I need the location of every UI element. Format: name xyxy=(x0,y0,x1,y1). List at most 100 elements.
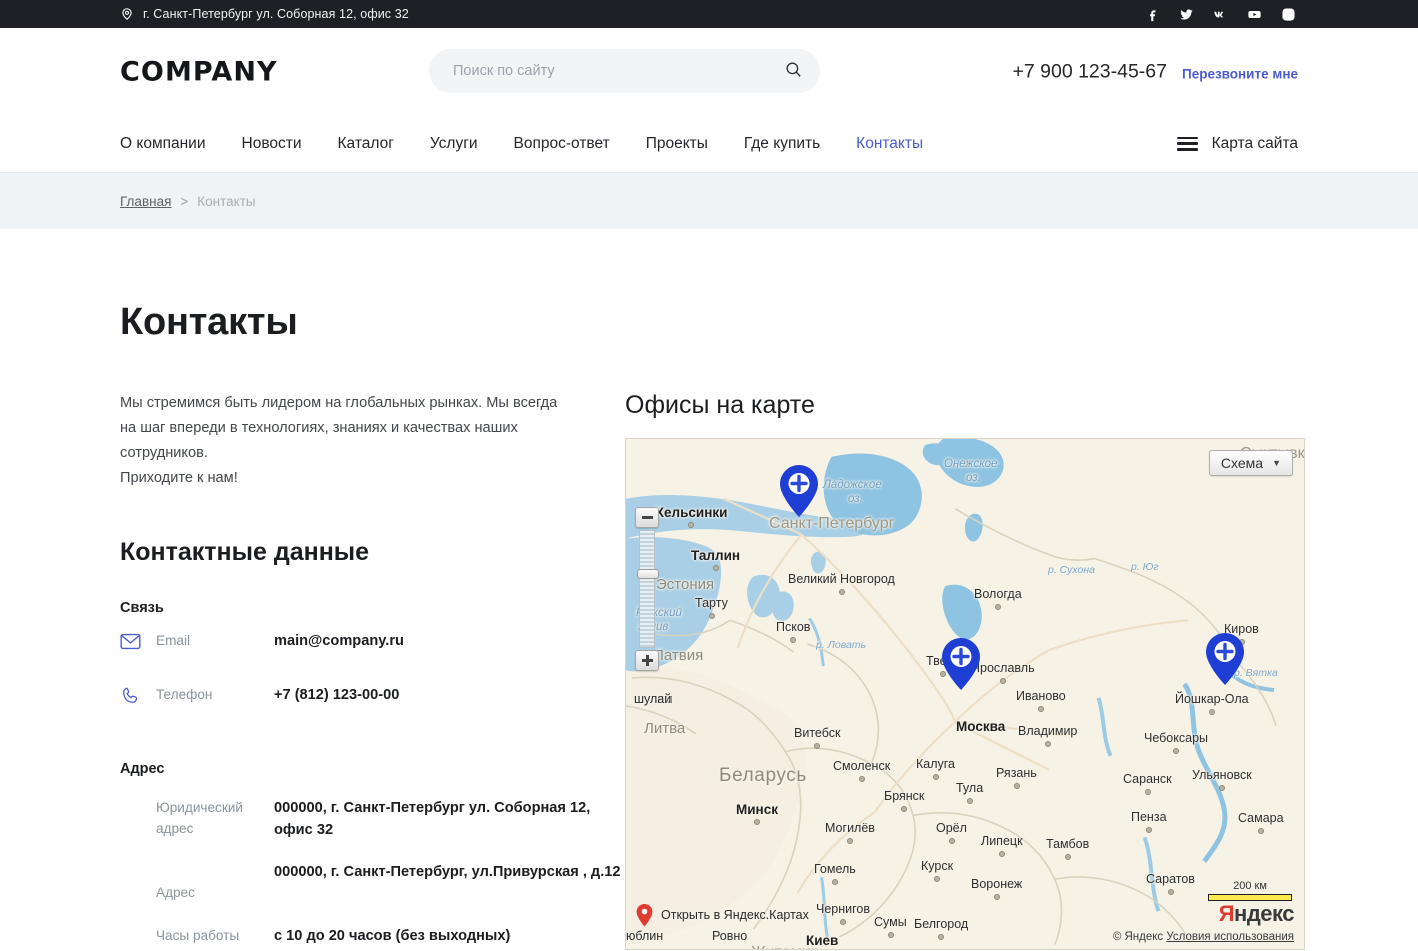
map-city-dot xyxy=(814,743,820,749)
yandex-map[interactable]: ХельсинкиТаллинЭстонияТартуПсковЛатвияЛи… xyxy=(625,438,1305,950)
search-input[interactable] xyxy=(429,63,766,79)
legal-address-row: Юридический адрес 000000, г. Санкт-Петер… xyxy=(120,797,625,841)
email-value[interactable]: main@company.ru xyxy=(274,630,625,652)
zoom-slider[interactable] xyxy=(639,530,655,648)
map-city-dot xyxy=(888,932,894,938)
spacer-icon xyxy=(120,925,156,927)
map-city-dot xyxy=(1168,889,1174,895)
map-type-label: Схема xyxy=(1221,455,1263,471)
open-in-yandex-maps-link[interactable]: Открыть в Яндекс.Картах xyxy=(636,904,809,926)
map-label: Чернигов xyxy=(816,902,870,916)
map-label: Витебск xyxy=(794,726,840,740)
facebook-icon[interactable] xyxy=(1145,7,1160,22)
communication-rows: Email main@company.ru Телефон +7 (812) 1… xyxy=(120,630,625,728)
map-label: Йошкар-Ола xyxy=(1175,692,1249,706)
map-label: Беларусь xyxy=(719,765,807,787)
open-in-yandex-maps-label: Открыть в Яндекс.Картах xyxy=(661,908,809,922)
map-label: Владимир xyxy=(1018,724,1077,738)
map-marker-icon xyxy=(636,904,653,926)
map-city-dot xyxy=(1173,748,1179,754)
nav-item-catalog[interactable]: Каталог xyxy=(338,135,394,153)
map-city-dot xyxy=(859,776,865,782)
callback-link[interactable]: Перезвоните мне xyxy=(1182,67,1298,82)
youtube-icon[interactable] xyxy=(1247,7,1262,22)
map-label: Саратов xyxy=(1146,872,1195,886)
map-copyright: © Яндекс Условия использования xyxy=(1113,931,1294,943)
map-label: Смоленск xyxy=(833,759,890,773)
map-label: Саранск xyxy=(1123,772,1172,786)
map-city-dot xyxy=(995,604,1001,610)
site-logo[interactable]: COMPANY xyxy=(120,57,278,88)
nav-item-faq[interactable]: Вопрос-ответ xyxy=(514,135,610,153)
office-pin-moscow[interactable] xyxy=(940,637,982,691)
map-city-dot xyxy=(688,522,694,528)
map-label: Калуга xyxy=(916,757,955,771)
map-city-dot xyxy=(790,637,796,643)
nav-item-contacts[interactable]: Контакты xyxy=(856,135,923,153)
zoom-slider-handle[interactable] xyxy=(637,569,659,579)
breadcrumb: Главная > Контакты xyxy=(120,194,256,209)
nav-item-about[interactable]: О компании xyxy=(120,135,206,153)
map-label: Самара xyxy=(1238,811,1284,825)
map-city-dot xyxy=(994,894,1000,900)
map-label: Чебоксары xyxy=(1144,731,1208,745)
office-pin-kazan[interactable] xyxy=(1204,632,1246,686)
search-icon xyxy=(784,60,803,82)
map-city-dot xyxy=(1014,783,1020,789)
communication-heading: Связь xyxy=(120,600,625,616)
intro-line-1: Мы стремимся быть лидером на глобальных … xyxy=(120,395,509,411)
map-column: Офисы на карте xyxy=(625,391,1418,951)
map-scale-bar: 200 км xyxy=(1208,880,1292,901)
topbar-address: г. Санкт-Петербург ул. Соборная 12, офис… xyxy=(120,7,409,21)
map-label: оз. xyxy=(848,493,863,505)
instagram-icon[interactable] xyxy=(1281,7,1296,22)
map-label: Литва xyxy=(644,720,685,737)
nav-item-projects[interactable]: Проекты xyxy=(646,135,708,153)
map-city-dot xyxy=(709,613,715,619)
nav-item-services[interactable]: Услуги xyxy=(430,135,478,153)
map-label: Воронеж xyxy=(971,877,1022,891)
map-city-dot xyxy=(840,919,846,925)
map-label: р. Ловать xyxy=(816,639,866,651)
zoom-out-button[interactable] xyxy=(635,507,659,528)
map-label: Онежское xyxy=(944,458,997,470)
map-label: Псков xyxy=(776,620,810,634)
topbar-address-text: г. Санкт-Петербург ул. Соборная 12, офис… xyxy=(143,7,409,21)
map-city-dot xyxy=(839,589,845,595)
twitter-icon[interactable] xyxy=(1179,7,1194,22)
header-phone[interactable]: +7 900 123-45-67 xyxy=(1012,61,1167,84)
search-button[interactable] xyxy=(766,49,820,93)
zoom-in-button[interactable] xyxy=(635,650,659,671)
phone-value[interactable]: +7 (812) 123-00-00 xyxy=(274,684,625,706)
map-label: Курск xyxy=(921,859,953,873)
breadcrumb-home[interactable]: Главная xyxy=(120,194,171,209)
nav-item-news[interactable]: Новости xyxy=(242,135,302,153)
map-label: Брянск xyxy=(884,789,924,803)
office-pin-saint-petersburg[interactable] xyxy=(778,464,820,518)
intro-line-4: Приходите к нам! xyxy=(120,470,238,486)
map-terms-link[interactable]: Условия использования xyxy=(1166,931,1294,943)
sitemap-button[interactable]: Карта сайта xyxy=(1177,114,1298,173)
map-label: Эстония xyxy=(656,576,714,593)
address-heading: Адрес xyxy=(120,761,625,777)
location-pin-icon xyxy=(120,7,134,21)
spacer-icon xyxy=(120,797,156,799)
chevron-down-icon: ▼ xyxy=(1272,458,1281,468)
breadcrumb-separator: > xyxy=(180,194,188,209)
map-city-dot xyxy=(901,806,907,812)
map-label: Орёл xyxy=(936,821,967,835)
sitemap-label: Карта сайта xyxy=(1212,135,1298,153)
vk-icon[interactable] xyxy=(1213,7,1228,22)
nav-item-where-to-buy[interactable]: Где купить xyxy=(744,135,820,153)
map-city-dot xyxy=(832,879,838,885)
map-type-button[interactable]: Схема ▼ xyxy=(1209,450,1293,476)
map-label: Латвия xyxy=(654,647,703,664)
contacts-heading: Контактные данные xyxy=(120,538,625,567)
page-title: Контакты xyxy=(120,303,1418,341)
map-heading: Офисы на карте xyxy=(625,391,1305,420)
envelope-icon xyxy=(120,630,156,651)
main-content: Контакты Мы стремимся быть лидером на гл… xyxy=(0,229,1418,951)
map-label: Тарту xyxy=(695,596,728,610)
map-city-dot xyxy=(999,851,1005,857)
map-label: Гомель xyxy=(814,862,856,876)
